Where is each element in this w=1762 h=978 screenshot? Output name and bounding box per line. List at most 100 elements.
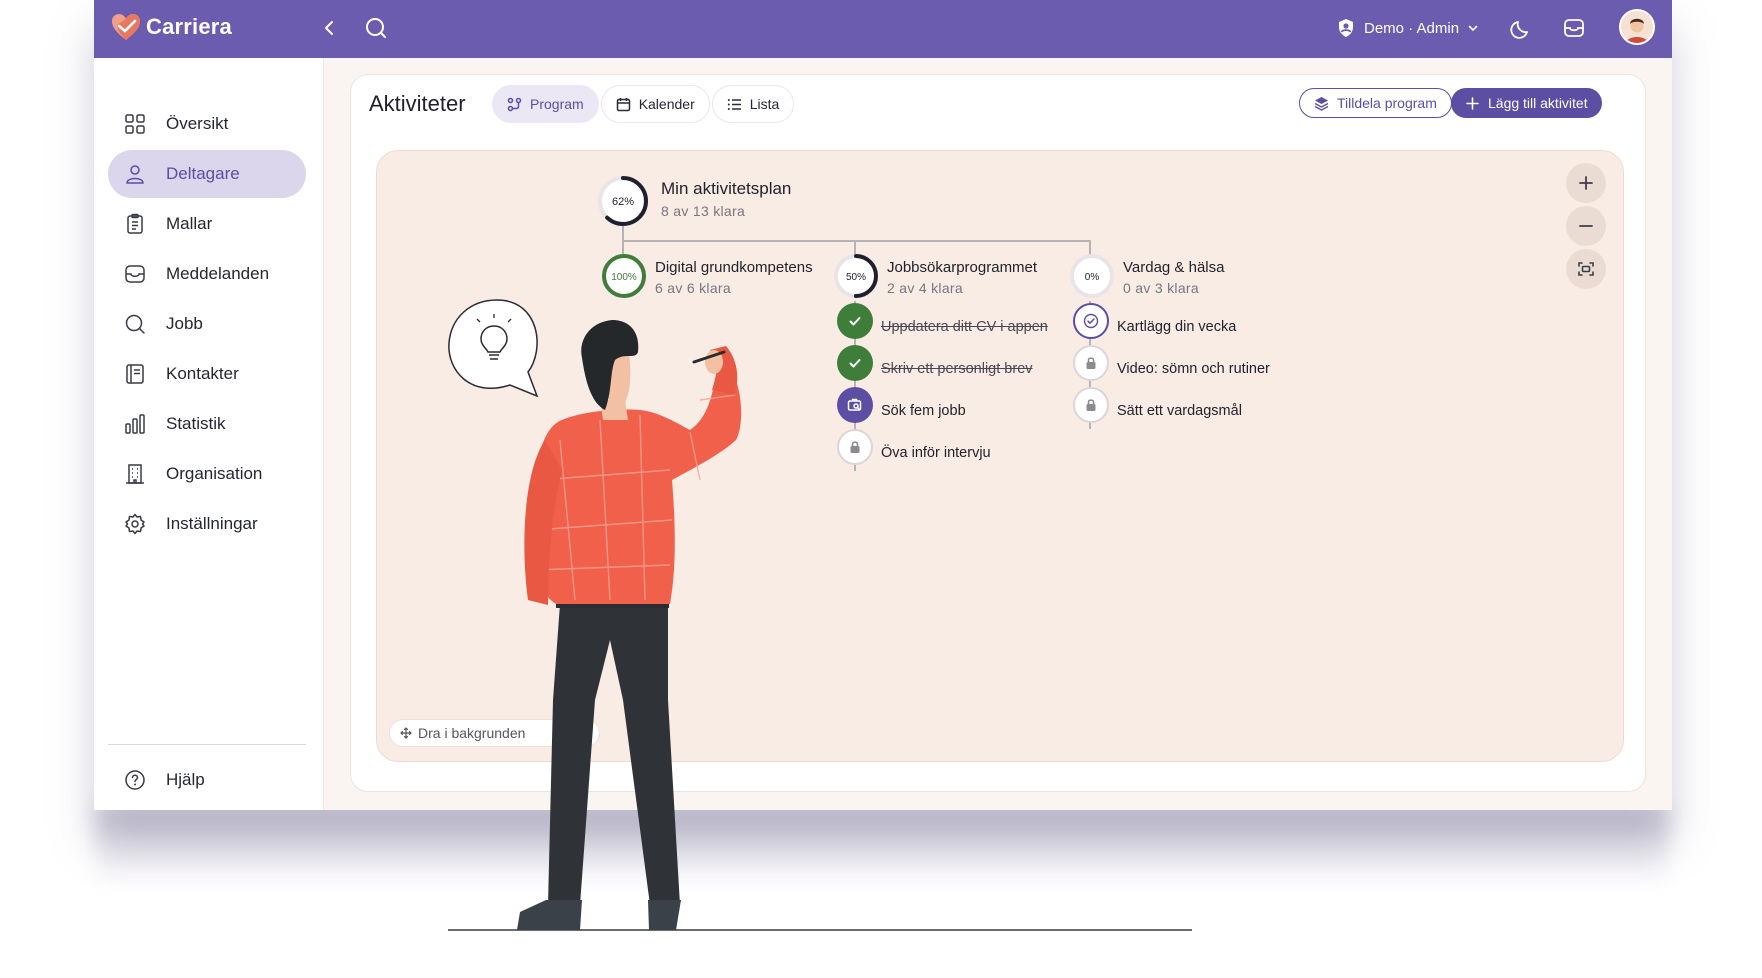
tab-lista[interactable]: Lista	[711, 85, 795, 123]
program-title: Digital grundkompetens	[655, 259, 813, 276]
user-menu[interactable]: Demo · Admin	[1336, 14, 1479, 42]
fit-screen-icon	[1578, 262, 1594, 276]
chevron-down-icon	[1468, 25, 1478, 32]
sidebar-item-installningar[interactable]: Inställningar	[108, 500, 306, 548]
search-icon	[125, 314, 145, 334]
sidebar-divider	[108, 744, 306, 745]
sidebar-item-hjalp[interactable]: Hjälp	[108, 756, 306, 804]
search-icon[interactable]	[362, 14, 390, 42]
lock-icon	[1086, 399, 1096, 411]
top-bar: Carriera Demo · Admin	[94, 0, 1672, 58]
moon-icon[interactable]	[1508, 14, 1536, 42]
sidebar-item-label: Inställningar	[166, 514, 258, 533]
task-label[interactable]: Skriv ett personligt brev	[881, 361, 1033, 377]
sidebar-item-label: Organisation	[166, 464, 263, 483]
pan-hint: Dra i bakgrunden pan	[389, 719, 600, 747]
sidebar-item-statistik[interactable]: Statistik	[108, 400, 306, 448]
sidebar-item-jobb[interactable]: Jobb	[108, 300, 306, 348]
task-label[interactable]: Uppdatera ditt CV i appen	[881, 319, 1048, 335]
check-icon	[849, 317, 861, 326]
tree-connectors	[622, 211, 1091, 471]
tab-kalender[interactable]: Kalender	[600, 85, 710, 123]
sidebar-item-kontakter[interactable]: Kontakter	[108, 350, 306, 398]
task-label[interactable]: Öva inför intervju	[881, 445, 991, 461]
sidebar-item-oversikt[interactable]: Översikt	[108, 100, 306, 148]
fit-view-button[interactable]	[1566, 249, 1606, 289]
task-locked-marker[interactable]	[837, 429, 873, 465]
clipboard-icon	[127, 213, 143, 234]
job-search-icon	[847, 398, 862, 411]
avatar[interactable]	[1619, 9, 1655, 45]
task-label[interactable]: Sätt ett vardagsmål	[1117, 403, 1242, 419]
root-percent: 62%	[612, 196, 634, 208]
sidebar: Översikt Deltagare Mallar Meddelanden Jo…	[94, 58, 324, 810]
zoom-out-button[interactable]	[1566, 206, 1606, 246]
program-sub: 0 av 3 klara	[1123, 280, 1199, 296]
task-available-marker[interactable]	[1073, 303, 1109, 339]
task-done-marker[interactable]	[837, 345, 873, 381]
pan-hint-text: Dra i bakgrunden	[418, 725, 526, 741]
sidebar-item-label: Kontakter	[166, 364, 239, 383]
collapse-sidebar-icon[interactable]	[316, 14, 344, 42]
task-locked-marker[interactable]	[1073, 387, 1109, 423]
program-percent: 100%	[611, 272, 637, 283]
tab-label: Program	[530, 96, 584, 112]
progress-ring-root: 62%	[598, 176, 648, 226]
view-tabs: Program Kalender Lista	[492, 85, 795, 123]
inbox-icon[interactable]	[1560, 14, 1588, 42]
program-title: Vardag & hälsa	[1123, 259, 1225, 276]
task-label[interactable]: Kartlägg din vecka	[1117, 319, 1236, 335]
assign-program-button[interactable]: Tilldela program	[1299, 88, 1452, 118]
sidebar-item-mallar[interactable]: Mallar	[108, 200, 306, 248]
sidebar-item-label: Jobb	[166, 314, 203, 333]
user-shield-icon	[1339, 19, 1353, 37]
program-sub: 2 av 4 klara	[887, 280, 963, 296]
tab-label: Lista	[749, 96, 780, 112]
window-shadow	[96, 806, 1668, 886]
program-canvas[interactable]: 62% Min aktivitetsplan 8 av 13 klara 100…	[376, 150, 1624, 762]
brand-logo[interactable]: Carriera	[110, 12, 232, 42]
calendar-icon	[616, 97, 630, 111]
sidebar-item-deltagare[interactable]: Deltagare	[108, 150, 306, 198]
bar-chart-icon	[125, 414, 145, 434]
activities-card: Aktiviteter Program Kalender Lista Tilld…	[350, 74, 1646, 792]
task-label[interactable]: Sök fem jobb	[881, 403, 966, 419]
tab-program[interactable]: Program	[492, 85, 599, 123]
pan-hint-tail: pan	[565, 725, 589, 741]
program-title: Jobbsökarprogrammet	[887, 259, 1038, 276]
tab-label: Kalender	[638, 96, 695, 112]
zoom-in-button[interactable]	[1566, 163, 1606, 203]
inbox-icon	[125, 265, 145, 283]
gear-icon	[125, 513, 145, 535]
add-activity-button[interactable]: Lägg till aktivitet	[1451, 88, 1602, 118]
task-locked-marker[interactable]	[1073, 345, 1109, 381]
sidebar-item-label: Översikt	[166, 114, 229, 133]
program-percent: 50%	[846, 272, 866, 283]
task-current-marker[interactable]	[837, 387, 873, 423]
progress-ring-vardag[interactable]: 0%	[1069, 253, 1115, 299]
sidebar-item-label: Deltagare	[166, 164, 240, 183]
avatar-face-icon	[1621, 11, 1653, 43]
sidebar-item-label: Meddelanden	[166, 264, 270, 283]
program-sub: 6 av 6 klara	[655, 280, 731, 296]
plus-icon	[1579, 176, 1593, 190]
task-done-marker[interactable]	[837, 303, 873, 339]
sidebar-item-label: Mallar	[166, 214, 213, 233]
main-content: Aktiviteter Program Kalender Lista Tilld…	[324, 58, 1672, 810]
plan-title: Min aktivitetsplan	[661, 179, 792, 198]
add-activity-label: Lägg till aktivitet	[1488, 95, 1588, 111]
check-circle-icon	[1083, 313, 1099, 329]
sidebar-item-organisation[interactable]: Organisation	[108, 450, 306, 498]
move-icon	[400, 727, 412, 739]
progress-ring-jobbsokar[interactable]: 50%	[833, 253, 879, 299]
progress-ring-digital[interactable]: 100%	[601, 253, 647, 299]
sidebar-item-label: Hjälp	[166, 770, 205, 789]
plan-sub: 8 av 13 klara	[661, 203, 746, 219]
sidebar-item-meddelanden[interactable]: Meddelanden	[108, 250, 306, 298]
task-label[interactable]: Video: sömn och rutiner	[1117, 361, 1270, 377]
heart-logo-icon	[112, 14, 140, 40]
grid-icon	[125, 114, 145, 134]
user-icon	[126, 165, 144, 184]
page-title: Aktiviteter	[369, 91, 466, 116]
lock-icon	[850, 441, 860, 453]
